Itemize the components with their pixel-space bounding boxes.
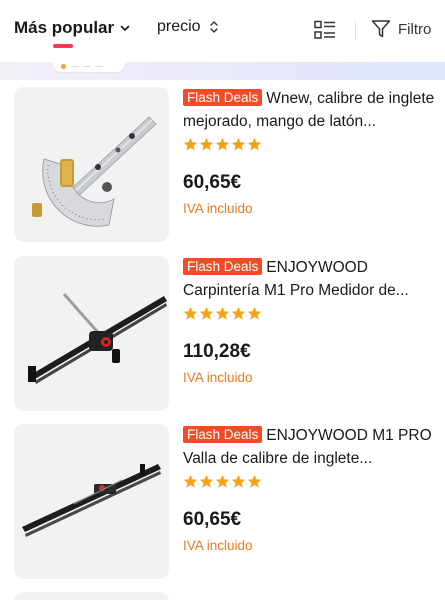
- star-icon: [247, 137, 262, 151]
- product-info: Flash Deals Wnew, calibre de inglete mejo…: [183, 87, 438, 216]
- filter-button[interactable]: Filtro: [371, 19, 431, 39]
- miter-gauge-image: [14, 87, 169, 242]
- active-sort-indicator: [53, 44, 73, 48]
- product-card[interactable]: Flash Deals ENJOYWOOD Carpintería M1 Pro …: [0, 256, 445, 416]
- next-product-image[interactable]: [14, 592, 169, 600]
- star-icon: [247, 474, 262, 488]
- pager-dash: [83, 66, 91, 67]
- star-icon: [199, 474, 214, 488]
- pager-dash: [95, 66, 103, 67]
- sort-filter-bar: Más popular precio Filtro: [0, 0, 445, 62]
- star-icon: [215, 137, 230, 151]
- toolbar-divider: [355, 20, 356, 40]
- star-rating: [183, 474, 438, 492]
- filter-label: Filtro: [398, 20, 432, 38]
- banner-pager: [53, 62, 125, 72]
- vat-included-label: IVA incluido: [183, 538, 253, 553]
- product-info: Flash Deals ENJOYWOOD Carpintería M1 Pro …: [183, 256, 438, 385]
- star-icon: [183, 137, 198, 151]
- star-rating: [183, 306, 438, 324]
- product-price: 60,65€: [183, 172, 242, 193]
- star-icon: [183, 474, 198, 488]
- product-image[interactable]: [14, 87, 169, 242]
- product-card[interactable]: Flash Deals Wnew, calibre de inglete mejo…: [0, 87, 445, 247]
- pager-dash: [71, 66, 79, 67]
- sort-price[interactable]: precio: [157, 18, 219, 36]
- product-info: Flash Deals ENJOYWOOD M1 PRO Valla de cal…: [183, 424, 438, 553]
- star-icon: [199, 137, 214, 151]
- product-image[interactable]: [14, 256, 169, 411]
- product-card[interactable]: Flash Deals ENJOYWOOD M1 PRO Valla de cal…: [0, 424, 445, 584]
- sort-most-popular[interactable]: Más popular: [14, 18, 130, 38]
- flash-deals-badge: Flash Deals: [183, 258, 263, 275]
- sort-updown-icon: [209, 21, 218, 33]
- chevron-down-icon: [120, 25, 130, 31]
- star-icon: [183, 306, 198, 320]
- product-title[interactable]: Flash Deals ENJOYWOOD M1 PRO Valla de cal…: [183, 424, 438, 470]
- sort-most-popular-label: Más popular: [14, 18, 115, 37]
- product-price: 60,65€: [183, 509, 242, 530]
- miter-gauge-image: [14, 424, 169, 579]
- star-icon: [247, 306, 262, 320]
- product-price: 110,28€: [183, 341, 251, 362]
- star-icon: [215, 306, 230, 320]
- flash-deals-badge: Flash Deals: [183, 89, 263, 106]
- star-icon: [231, 474, 246, 488]
- star-icon: [199, 306, 214, 320]
- star-icon: [231, 306, 246, 320]
- star-icon: [215, 474, 230, 488]
- pager-dot: [61, 64, 66, 69]
- product-title[interactable]: Flash Deals ENJOYWOOD Carpintería M1 Pro …: [183, 256, 438, 302]
- star-icon: [231, 137, 246, 151]
- star-rating: [183, 137, 438, 155]
- miter-gauge-image: [14, 256, 169, 411]
- funnel-icon: [371, 20, 391, 38]
- vat-included-label: IVA incluido: [183, 370, 253, 385]
- flash-deals-badge: Flash Deals: [183, 426, 263, 443]
- vat-included-label: IVA incluido: [183, 201, 253, 216]
- list-view-icon[interactable]: [314, 20, 336, 40]
- product-title[interactable]: Flash Deals Wnew, calibre de inglete mejo…: [183, 87, 438, 133]
- sort-price-label: precio: [157, 18, 201, 35]
- product-image[interactable]: [14, 424, 169, 579]
